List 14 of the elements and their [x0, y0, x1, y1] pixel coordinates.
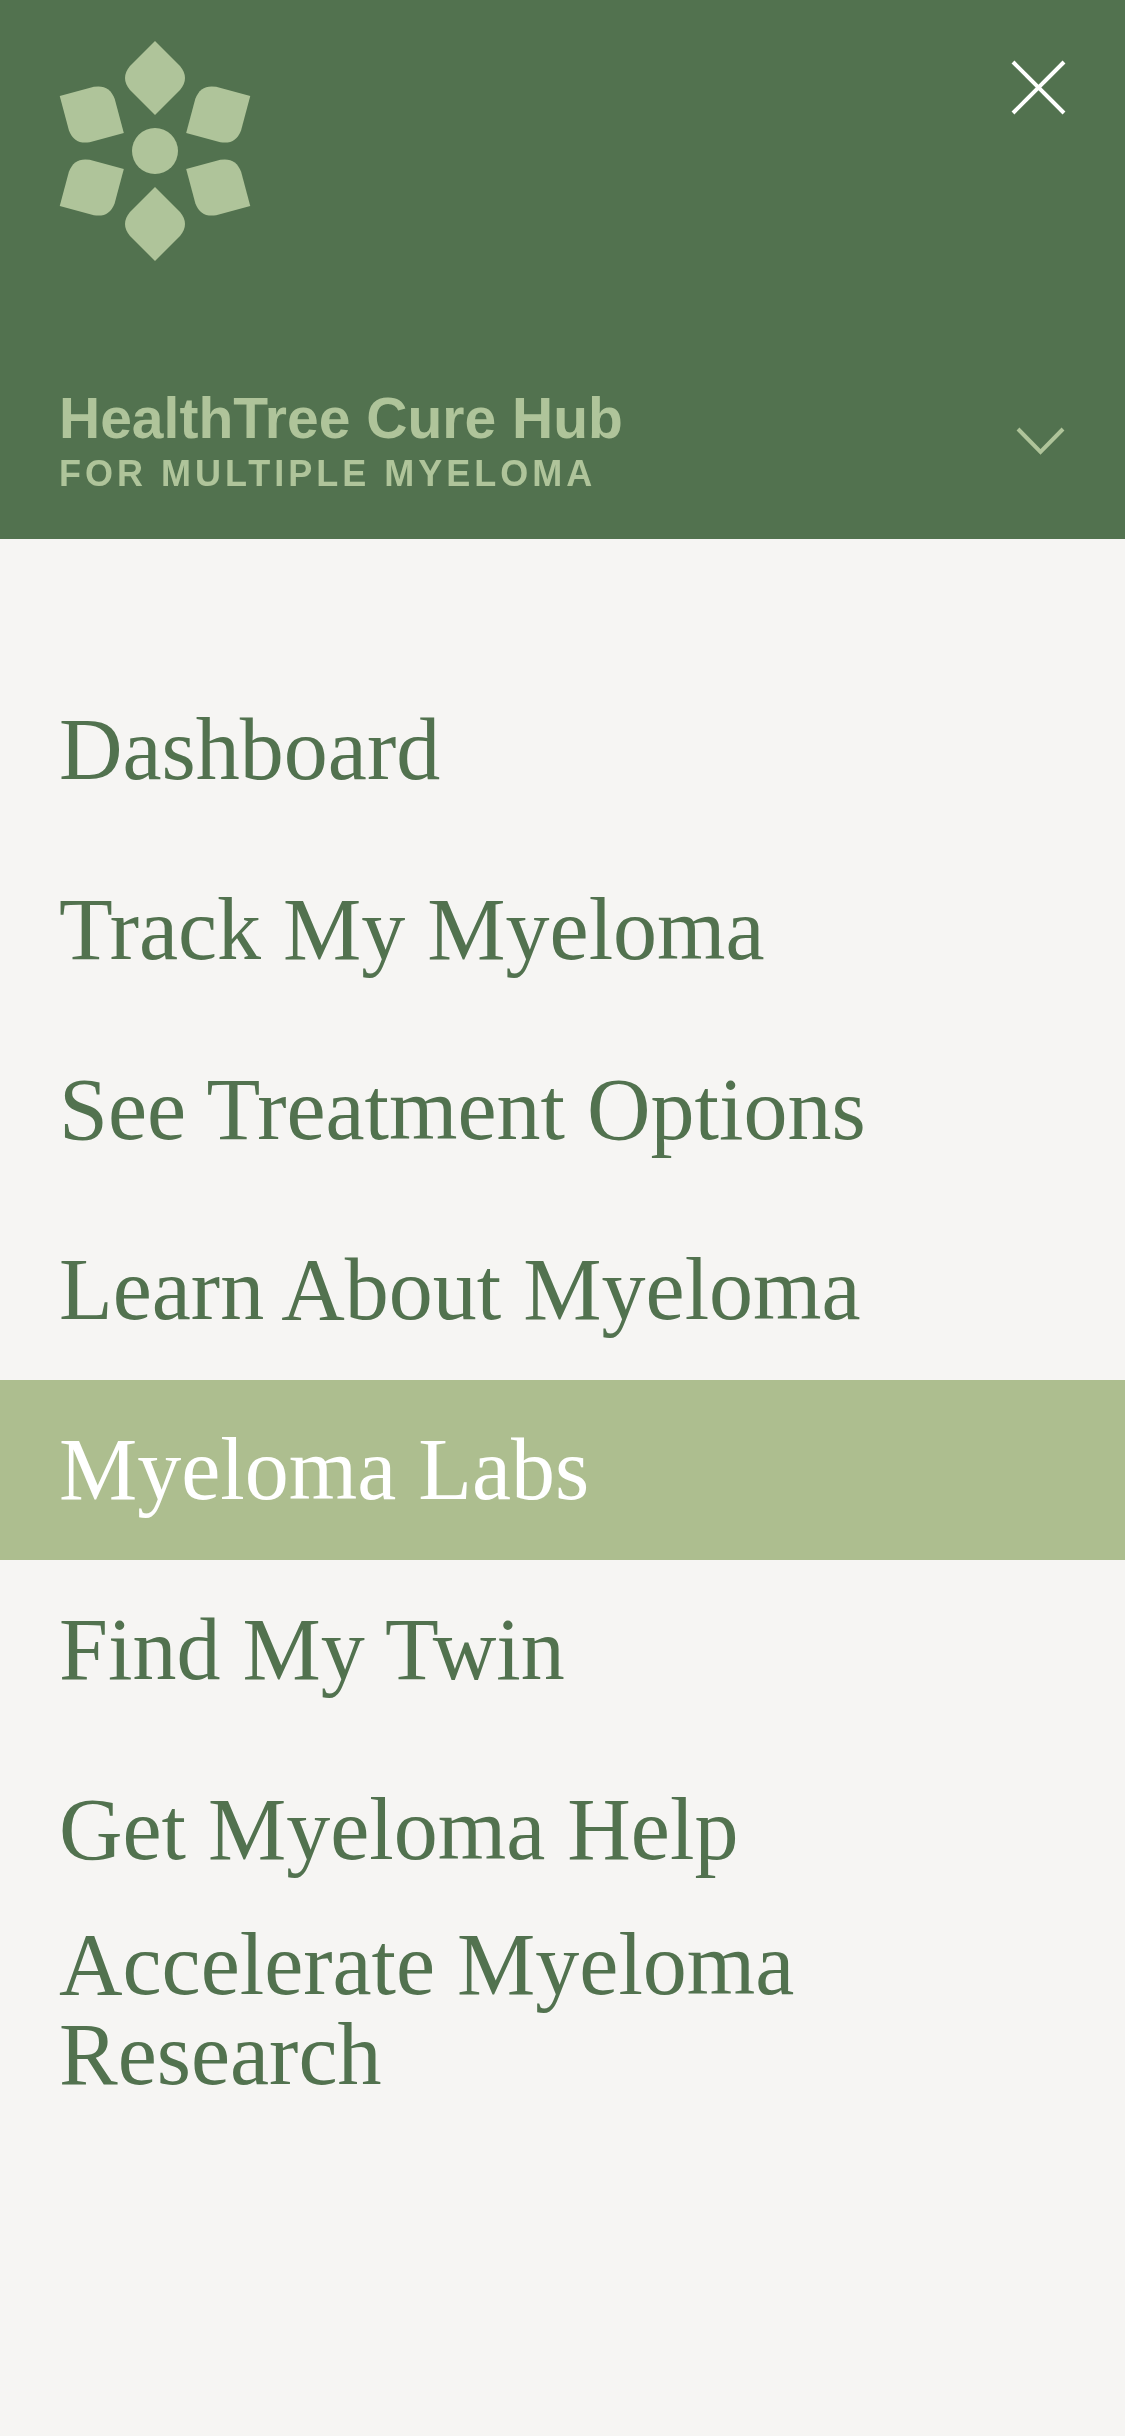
- hub-subtitle: FOR MULTIPLE MYELOMA: [59, 456, 598, 492]
- menu-item[interactable]: Dashboard: [0, 660, 1125, 840]
- chevron-down-icon: [1016, 426, 1065, 456]
- close-icon: [1011, 60, 1066, 115]
- menu-item[interactable]: Track My Myeloma: [0, 840, 1125, 1020]
- menu-item[interactable]: Find My Twin: [0, 1560, 1125, 1740]
- menu-item[interactable]: See Treatment Options: [0, 1020, 1125, 1200]
- menu-item[interactable]: Accelerate Myeloma Research: [0, 1920, 1125, 2145]
- menu-item[interactable]: Get Myeloma Help: [0, 1740, 1125, 1920]
- hub-dropdown-button[interactable]: [1016, 426, 1065, 456]
- close-button[interactable]: [1011, 60, 1066, 115]
- flower-logo-icon: [59, 41, 251, 262]
- menu-item[interactable]: Learn About Myeloma: [0, 1200, 1125, 1380]
- hub-title: HealthTree Cure Hub: [59, 390, 623, 447]
